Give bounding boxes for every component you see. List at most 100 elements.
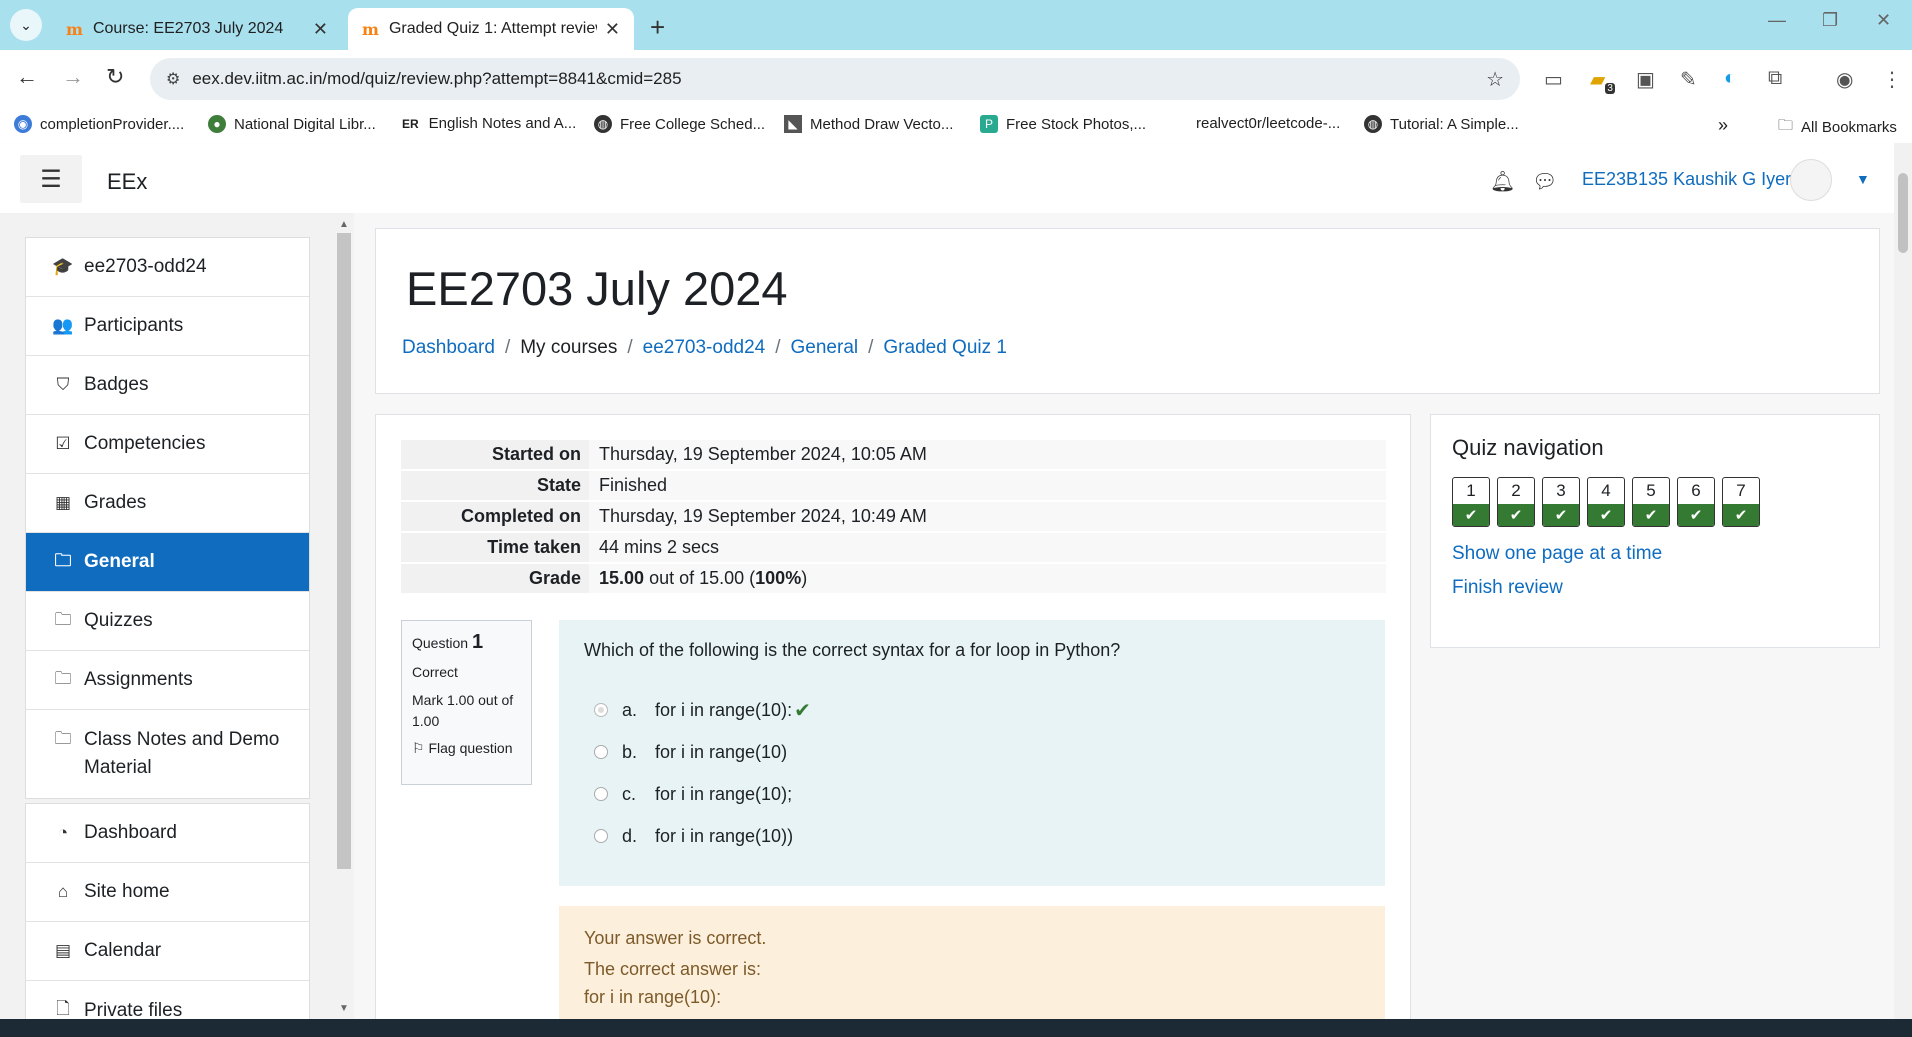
table-row: Time taken 44 mins 2 secs [401, 532, 1386, 564]
sidebar-item-general[interactable]: 🗀 General [26, 533, 309, 592]
radio-button[interactable] [594, 703, 608, 717]
sidebar-item-participants[interactable]: 👥 Participants [26, 297, 309, 356]
extension-folder-icon[interactable]: ▰ 3 [1590, 67, 1615, 94]
extension-code-icon[interactable]: ▣ [1636, 67, 1655, 92]
bookmark-item[interactable]: ◉ completionProvider.... [14, 115, 184, 133]
bookmark-item[interactable]: ◍ Free College Sched... [594, 115, 765, 133]
user-menu-name[interactable]: EE23B135 Kaushik G Iyer [1582, 169, 1791, 190]
browser-tab-quiz-review[interactable]: m Graded Quiz 1: Attempt review ✕ [348, 8, 634, 50]
bookmark-favicon-icon: ◣ [784, 115, 802, 133]
more-bookmarks-button[interactable]: » [1718, 115, 1728, 136]
scrollbar-thumb[interactable] [1898, 173, 1908, 253]
radio-button[interactable] [594, 787, 608, 801]
breadcrumb-general[interactable]: General [791, 337, 859, 359]
bookmark-item[interactable]: ● National Digital Libr... [208, 115, 376, 133]
all-bookmarks-button[interactable]: 🗀 All Bookmarks [1778, 115, 1897, 140]
sidebar-item-label: Competencies [84, 433, 206, 454]
hamburger-icon: ☰ [40, 165, 62, 193]
check-icon: ✔ [1498, 504, 1534, 526]
bookmark-star-icon[interactable]: ☆ [1486, 67, 1504, 92]
sidebar-item-label: Dashboard [84, 822, 177, 843]
sidebar-item-grades[interactable]: ▦ Grades [26, 474, 309, 533]
scroll-up-icon[interactable]: ▲ [339, 219, 349, 230]
site-info-icon[interactable]: ⚙ [166, 69, 180, 89]
quiz-nav-question-button[interactable]: 7 ✔ [1722, 477, 1760, 527]
address-bar[interactable]: ⚙ eex.dev.iitm.ac.in/mod/quiz/review.php… [150, 58, 1520, 100]
notifications-bell-icon[interactable]: 🔔︎ [1490, 169, 1515, 194]
avatar[interactable] [1790, 159, 1832, 201]
sidebar-item-competencies[interactable]: ☑ Competencies [26, 415, 309, 474]
close-icon[interactable]: ✕ [313, 19, 328, 40]
sidebar-item-label: General [84, 551, 155, 572]
breadcrumb-quiz[interactable]: Graded Quiz 1 [883, 337, 1007, 359]
caret-down-icon[interactable]: ▼ [1856, 171, 1870, 187]
sidebar-item-assignments[interactable]: 🗀 Assignments [26, 651, 309, 710]
sidebar-item-private-files[interactable]: 🗋 Private files [26, 981, 309, 1019]
quiz-nav-question-button[interactable]: 5 ✔ [1632, 477, 1670, 527]
new-tab-button[interactable]: + [650, 12, 665, 43]
os-taskbar [0, 1019, 1912, 1037]
show-one-page-link[interactable]: Show one page at a time [1452, 543, 1858, 565]
check-square-icon: ☑ [55, 434, 71, 453]
messages-icon[interactable]: 💬︎ [1532, 169, 1557, 194]
back-icon[interactable]: ← [16, 64, 38, 90]
quiz-nav-question-button[interactable]: 2 ✔ [1497, 477, 1535, 527]
window-close-icon[interactable]: ✕ [1876, 10, 1891, 31]
minimize-icon[interactable]: — [1768, 10, 1786, 31]
scroll-down-icon[interactable]: ▼ [339, 1003, 349, 1014]
restore-icon[interactable]: ❐ [1822, 10, 1838, 31]
sidebar-item-badges[interactable]: ⛉ Badges [26, 356, 309, 415]
breadcrumb-course[interactable]: ee2703-odd24 [643, 337, 766, 359]
bookmark-favicon-icon: ER [402, 116, 419, 131]
quiz-nav-question-button[interactable]: 3 ✔ [1542, 477, 1580, 527]
sidebar-scrollbar[interactable]: ▲ ▼ [336, 219, 352, 1019]
page-scrollbar[interactable] [1894, 143, 1912, 1019]
quiz-nav-question-button[interactable]: 1 ✔ [1452, 477, 1490, 527]
reload-icon[interactable]: ↻ [106, 64, 124, 90]
sidebar-item-quizzes[interactable]: 🗀 Quizzes [26, 592, 309, 651]
radio-button[interactable] [594, 745, 608, 759]
close-icon[interactable]: ✕ [605, 19, 620, 40]
bookmark-item[interactable]: ER English Notes and A... [402, 115, 576, 132]
profile-avatar-icon[interactable]: ◉ [1836, 67, 1853, 92]
bookmark-item[interactable]: ◣ Method Draw Vecto... [784, 115, 953, 133]
sidebar-item-calendar[interactable]: ▤ Calendar [26, 922, 309, 981]
flag-question-button[interactable]: ⚐ Flag question [412, 740, 521, 757]
browser-menu-icon[interactable]: ⋮ [1882, 67, 1902, 92]
bookmark-favicon-icon: ◉ [14, 115, 32, 133]
sidebar-item-site-home[interactable]: ⌂ Site home [26, 863, 309, 922]
tab-search-button[interactable]: ⌄ [10, 9, 42, 41]
extensions-puzzle-icon[interactable]: ⧉ [1768, 67, 1782, 90]
forward-icon[interactable]: → [62, 64, 84, 90]
home-icon: ⌂ [57, 882, 69, 901]
extension-pen-icon[interactable]: ✎ [1680, 67, 1697, 92]
sidebar-item-dashboard[interactable]: ◔ Dashboard [26, 804, 309, 863]
sidebar-item-label: Site home [84, 881, 170, 902]
sidebar-item-class-notes[interactable]: 🗀 Class Notes and Demo Material [26, 710, 309, 798]
radio-button[interactable] [594, 829, 608, 843]
bookmark-item[interactable]: P Free Stock Photos,... [980, 115, 1146, 133]
sidebar-item-course[interactable]: 🎓 ee2703-odd24 [26, 238, 309, 297]
site-brand[interactable]: EEx [107, 169, 147, 195]
bookmark-item[interactable]: realvect0r/leetcode-... [1196, 115, 1340, 132]
option-letter: d. [622, 825, 638, 846]
browser-tab-course[interactable]: m Course: EE2703 July 2024 ✕ [52, 8, 342, 50]
quiz-nav-question-button[interactable]: 6 ✔ [1677, 477, 1715, 527]
summary-value: Thursday, 19 September 2024, 10:05 AM [589, 440, 1386, 471]
globe-icon: ◍ [594, 115, 612, 133]
breadcrumb-dashboard[interactable]: Dashboard [402, 337, 495, 359]
flag-icon: ⚐ [412, 740, 425, 756]
scrollbar-thumb[interactable] [337, 233, 351, 869]
finish-review-link[interactable]: Finish review [1452, 577, 1858, 599]
extension-icon[interactable]: ▭ [1544, 67, 1563, 92]
drawer-toggle-button[interactable]: ☰ [20, 155, 82, 203]
site-navbar: ☰ EEx 🔔︎ 💬︎ EE23B135 Kaushik G Iyer ▼ [0, 143, 1912, 213]
quiz-nav-question-button[interactable]: 4 ✔ [1587, 477, 1625, 527]
extension-edge-icon[interactable]: ◐ [1724, 67, 1736, 90]
answer-option-c: c. for i in range(10); [584, 773, 1360, 815]
bookmark-item[interactable]: ◍ Tutorial: A Simple... [1364, 115, 1519, 133]
page-title: EE2703 July 2024 [406, 262, 788, 315]
folder-icon: 🗀 [54, 668, 72, 688]
breadcrumb-my-courses: My courses [520, 337, 618, 358]
sidebar-item-label: Private files [84, 999, 183, 1020]
